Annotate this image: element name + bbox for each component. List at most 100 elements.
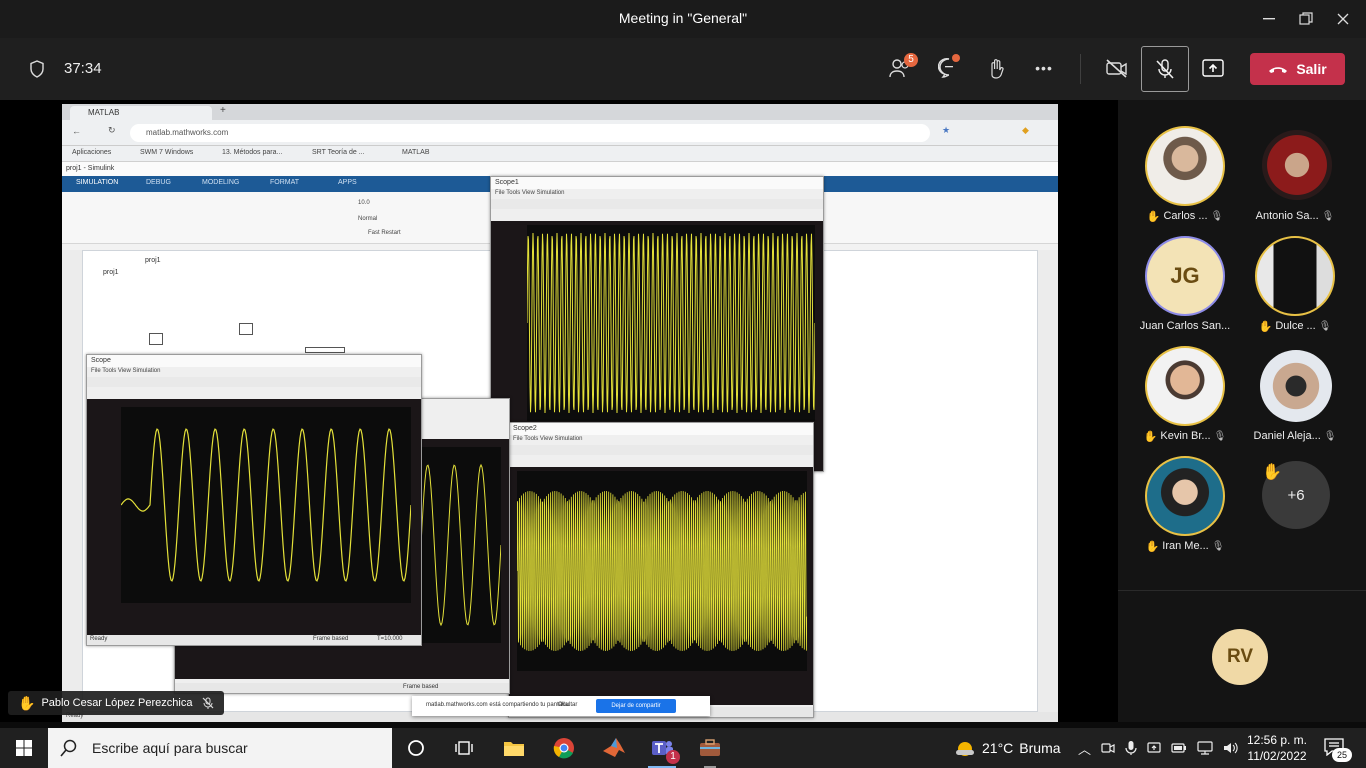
participant-tile[interactable]: Daniel Aleja... 🎙︎ (1240, 346, 1350, 446)
raised-hand-icon: ✋ (1143, 430, 1158, 443)
stop-time-field[interactable]: 10.0 (358, 200, 370, 206)
window-title: Meeting in "General" (618, 10, 748, 26)
mic-off-icon: 🎙︎ (1321, 210, 1335, 222)
task-view-button[interactable] (440, 728, 488, 768)
bookmark-item[interactable]: SRT Teoría de ... (312, 149, 365, 156)
participant-tile[interactable]: Antonio Sa... 🎙︎ (1240, 126, 1350, 226)
folder-icon (504, 742, 524, 756)
browser-tab[interactable]: MATLAB (70, 106, 212, 120)
clock-time: 12:56 p. m. (1246, 733, 1308, 747)
chevron-up-icon[interactable]: ︿ (1078, 739, 1091, 758)
reactions-button[interactable] (983, 56, 1009, 80)
scope-toolbar (509, 445, 813, 455)
mic-off-icon: 🎙︎ (1211, 540, 1225, 552)
scope-toolbar (491, 199, 823, 209)
fast-restart-toggle[interactable]: Fast Restart (368, 230, 401, 236)
microphone-icon[interactable] (1125, 740, 1137, 756)
network-icon[interactable] (1197, 741, 1213, 755)
scope-menu: File Tools View Simulation (495, 190, 565, 196)
simulink-block[interactable] (305, 347, 345, 353)
meeting-toolbar: 37:34 5 ••• Salir (0, 38, 1366, 100)
participants-button[interactable]: 5 (886, 53, 918, 80)
raised-hand-icon: ✋ (1145, 540, 1160, 553)
matlab-button[interactable] (590, 728, 638, 768)
bookmark-item[interactable]: 13. Métodos para... (222, 149, 282, 156)
participant-tile[interactable]: ✋ Carlos ... 🎙︎ (1130, 126, 1240, 226)
reload-icon[interactable]: ↻ (108, 125, 116, 136)
back-icon[interactable]: ← (72, 126, 81, 136)
file-explorer-button[interactable] (490, 728, 538, 768)
weather-widget[interactable]: 21°C Bruma (954, 728, 1061, 768)
panel-divider (1118, 590, 1366, 591)
sharing-notice: matlab.mathworks.com está compartiendo t… (412, 696, 710, 716)
ribbon-tab[interactable]: DEBUG (146, 179, 171, 186)
new-tab-icon[interactable]: + (220, 105, 226, 116)
bookmark-item[interactable]: MATLAB (402, 149, 430, 156)
system-tray: ︿ (1078, 728, 1239, 768)
scope-toolbar (87, 377, 421, 387)
matlab-icon (603, 738, 625, 757)
simulink-block[interactable] (149, 333, 163, 345)
minimize-icon (1263, 18, 1275, 20)
participant-tile[interactable]: JG Juan Carlos San... (1130, 236, 1240, 336)
participant-tile[interactable]: ✋ Kevin Br... 🎙︎ (1130, 346, 1240, 446)
close-icon (1337, 13, 1349, 25)
raise-hand-icon (991, 59, 1004, 79)
browser-address-bar: ← ↻ matlab.mathworks.com ★ ◆ (62, 120, 1058, 146)
clock-date: 11/02/2022 (1247, 749, 1307, 763)
volume-icon[interactable] (1223, 741, 1239, 755)
scope-menu: File Tools View Simulation (91, 368, 161, 374)
url-field[interactable]: matlab.mathworks.com (130, 124, 930, 142)
ribbon-tab[interactable]: SIMULATION (76, 179, 118, 186)
leave-button[interactable]: Salir (1250, 53, 1345, 85)
mic-off-icon: 🎙︎ (1213, 430, 1227, 442)
notification-center-button[interactable]: 25 (1322, 736, 1352, 762)
scope-plot-area (120, 407, 412, 603)
extension-icon[interactable]: ◆ (1022, 125, 1029, 136)
task-view-icon (455, 741, 473, 755)
participant-name: Iran Me... (1162, 540, 1209, 552)
mic-off-icon: 🎙︎ (1318, 320, 1332, 332)
chrome-button[interactable] (540, 728, 588, 768)
search-placeholder: Escribe aquí para buscar (92, 740, 248, 756)
start-button[interactable] (0, 728, 48, 768)
sim-mode-select[interactable]: Normal (358, 216, 377, 222)
camera-off-button[interactable] (1104, 56, 1130, 80)
battery-icon[interactable] (1171, 742, 1187, 754)
ribbon-tab[interactable]: FORMAT (270, 179, 299, 186)
notification-count: 25 (1332, 748, 1352, 762)
scope-plot-area (526, 225, 816, 421)
teams-button[interactable]: 1 (638, 728, 686, 768)
cortana-button[interactable] (392, 728, 440, 768)
stop-sharing-button[interactable]: Dejar de compartir (596, 699, 676, 713)
close-button[interactable] (1320, 0, 1366, 38)
more-actions-button[interactable]: ••• (1030, 58, 1058, 78)
hide-notice-button[interactable]: Ocultar (558, 702, 577, 708)
simulink-block[interactable] (239, 323, 253, 335)
mic-off-icon (203, 697, 214, 709)
share-screen-button[interactable] (1200, 56, 1226, 80)
participant-name: Juan Carlos San... (1139, 320, 1231, 332)
bookmark-item[interactable]: Aplicaciones (72, 149, 111, 156)
taskbar-clock[interactable]: 12:56 p. m. 11/02/2022 (1246, 732, 1308, 764)
camera-icon[interactable] (1101, 741, 1115, 755)
ribbon-tab[interactable]: MODELING (202, 179, 239, 186)
participant-name: Dulce ... (1275, 320, 1316, 332)
ribbon-tab[interactable]: APPS (338, 179, 357, 186)
participant-tile[interactable]: ✋ Iran Me... 🎙︎ (1130, 456, 1240, 556)
model-path: proj1 (103, 269, 119, 276)
cortana-icon (408, 740, 424, 756)
self-avatar[interactable]: RV (1212, 629, 1268, 685)
meeting-timer: 37:34 (64, 60, 102, 77)
avatar (1262, 130, 1332, 200)
taskbar-search[interactable]: Escribe aquí para buscar (48, 728, 392, 768)
bookmark-item[interactable]: SWM 7 Windows (140, 149, 193, 156)
app-button[interactable] (686, 728, 734, 768)
screen-share-icon[interactable] (1147, 741, 1161, 755)
microphone-mute-button[interactable] (1141, 46, 1189, 92)
property-inspector-strip (1038, 250, 1058, 712)
browser-tab-strip: MATLAB + (62, 104, 1058, 120)
star-icon[interactable]: ★ (942, 125, 950, 136)
chat-button[interactable] (936, 54, 962, 80)
participant-tile[interactable]: ✋ Dulce ... 🎙︎ (1240, 236, 1350, 336)
